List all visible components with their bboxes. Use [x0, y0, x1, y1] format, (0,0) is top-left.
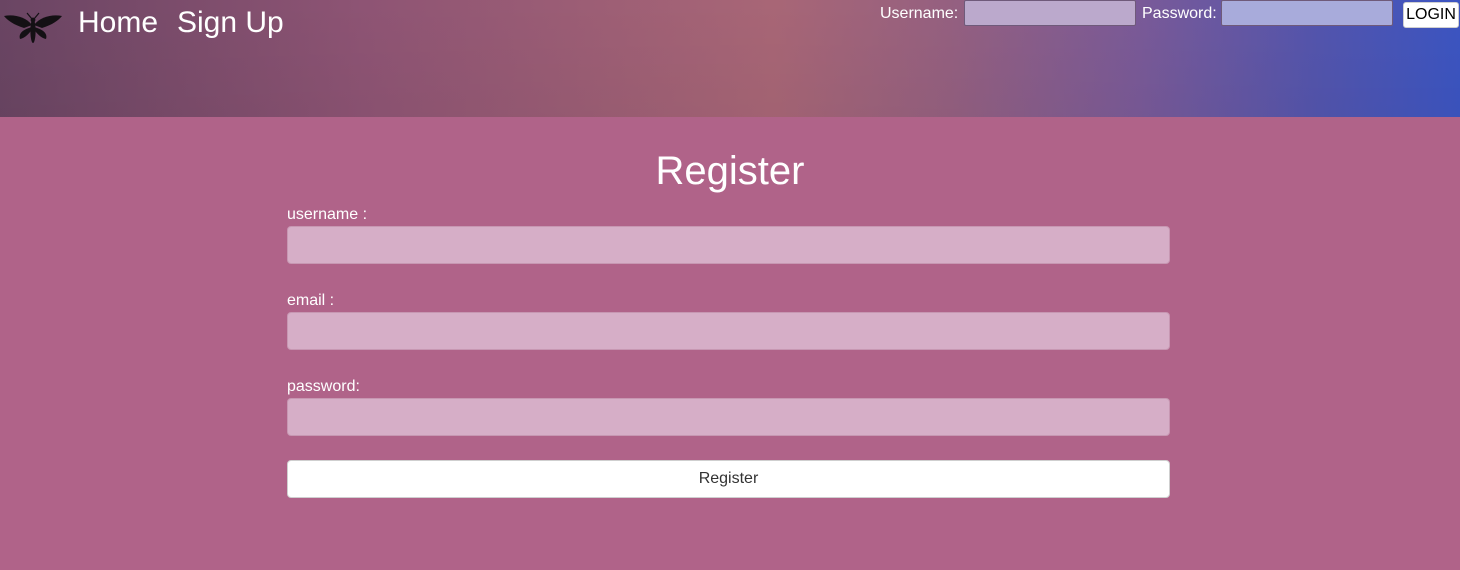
username-label: username : [287, 206, 368, 223]
login-password-label: Password: [1142, 5, 1217, 22]
email-field[interactable] [287, 312, 1170, 350]
top-navbar: Home Sign Up Username: Password: LOGIN [0, 0, 1460, 117]
password-field[interactable] [287, 398, 1170, 436]
page-title: Register [655, 149, 805, 193]
nav-home-link[interactable]: Home [78, 6, 158, 40]
nav-signup-link[interactable]: Sign Up [177, 6, 284, 40]
moth-icon[interactable] [2, 11, 64, 47]
login-button[interactable]: LOGIN [1403, 2, 1459, 28]
username-field[interactable] [287, 226, 1170, 264]
email-label: email : [287, 292, 335, 309]
password-label: password: [287, 378, 360, 395]
login-username-label: Username: [880, 5, 959, 22]
login-password-input[interactable] [1221, 0, 1393, 26]
login-username-input[interactable] [964, 0, 1136, 26]
register-button[interactable]: Register [287, 460, 1170, 498]
